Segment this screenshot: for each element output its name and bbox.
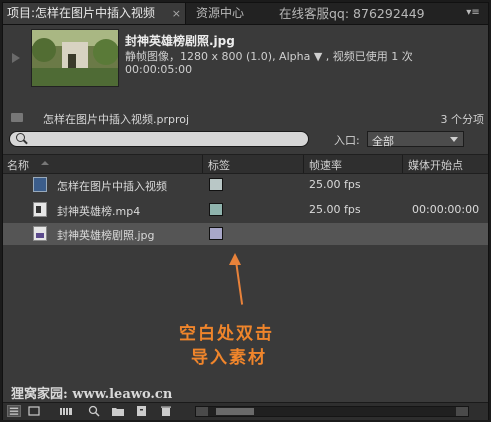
icon-view-icon[interactable] — [27, 405, 41, 417]
column-divider[interactable] — [303, 155, 304, 173]
preview-duration: 00:00:05:00 — [125, 63, 193, 76]
tab-resources[interactable]: 资源中心 — [190, 3, 244, 24]
folder-icon — [11, 113, 23, 122]
image-file-icon — [33, 226, 47, 241]
tab-project[interactable]: 项目:怎样在图片中插入视频 × — [3, 3, 186, 24]
row-framerate: 25.00 fps — [309, 178, 361, 191]
column-header-label[interactable]: 标签 — [208, 157, 230, 173]
horizontal-scrollbar[interactable] — [195, 406, 469, 417]
video-file-icon — [33, 202, 47, 217]
online-service-text: 在线客服qq: 876292449 — [279, 6, 425, 21]
list-view-icon[interactable] — [7, 405, 21, 417]
scroll-left-icon[interactable] — [196, 407, 208, 416]
row-name: 怎样在图片中插入视频 — [57, 180, 167, 193]
play-icon — [12, 53, 20, 63]
new-bin-icon[interactable] — [111, 405, 125, 417]
row-framerate: 25.00 fps — [309, 203, 361, 216]
play-thumbnail-button[interactable] — [9, 31, 25, 81]
row-media-start: 00:00:00:00 — [412, 203, 480, 216]
scroll-right-icon[interactable] — [456, 407, 468, 416]
scrollbar-thumb[interactable] — [216, 408, 254, 415]
entry-label: 入口: — [334, 134, 360, 147]
sort-caret-icon[interactable] — [41, 161, 49, 165]
search-input[interactable] — [9, 131, 309, 147]
sequence-icon — [33, 177, 47, 192]
preview-file-name: 封神英雄榜剧照.jpg — [125, 34, 235, 48]
table-row[interactable]: 怎样在图片中插入视频 25.00 fps — [3, 174, 488, 196]
column-divider[interactable] — [402, 155, 403, 173]
table-header: 名称 标签 帧速率 媒体开始点 — [3, 154, 488, 174]
annotation-arrow-line — [235, 260, 244, 305]
project-file-row: 怎样在图片中插入视频.prproj 3 个分项 — [3, 107, 488, 129]
tab-bar: 项目:怎样在图片中插入视频 × 资源中心 在线客服qq: 876292449 ▾… — [3, 3, 488, 25]
find-icon[interactable] — [87, 405, 101, 417]
search-icon — [16, 133, 25, 142]
entry-dropdown-value: 全部 — [372, 135, 394, 148]
thumbnail-image — [32, 30, 118, 86]
chevron-down-icon — [450, 137, 458, 142]
close-icon[interactable]: × — [172, 3, 181, 24]
watermark-text: 狸窝家园: www.leawo.cn — [11, 387, 173, 402]
trash-icon[interactable] — [159, 405, 173, 417]
column-header-framerate[interactable]: 帧速率 — [309, 157, 342, 173]
preview-thumbnail — [31, 29, 119, 87]
entry-dropdown[interactable]: 全部 — [367, 131, 464, 148]
annotation-text-line2: 导入素材 — [191, 348, 267, 368]
row-name: 封神英雄榜剧照.jpg — [57, 229, 155, 242]
label-swatch[interactable] — [209, 203, 223, 216]
preview-file-info: 静帧图像，1280 x 800 (1.0), Alpha ▼ , 视频已使用 1… — [125, 50, 413, 63]
item-count: 3 个分项 — [440, 113, 485, 126]
project-file-name: 怎样在图片中插入视频.prproj — [43, 113, 190, 126]
tab-project-label: 项目:怎样在图片中插入视频 — [7, 6, 156, 20]
project-panel: 项目:怎样在图片中插入视频 × 资源中心 在线客服qq: 876292449 ▾… — [2, 2, 489, 420]
bottom-toolbar — [3, 402, 488, 420]
label-swatch[interactable] — [209, 227, 223, 240]
table-row[interactable]: 封神英雄榜.mp4 25.00 fps 00:00:00:00 — [3, 199, 488, 221]
automate-to-sequence-icon[interactable] — [59, 405, 73, 417]
row-name: 封神英雄榜.mp4 — [57, 205, 141, 218]
table-row-selected[interactable]: 封神英雄榜剧照.jpg — [3, 223, 488, 245]
label-swatch[interactable] — [209, 178, 223, 191]
annotation-text-line1: 空白处双击 — [179, 324, 274, 344]
column-header-name[interactable]: 名称 — [7, 157, 29, 173]
column-divider[interactable] — [202, 155, 203, 173]
panel-menu-icon[interactable]: ▾≡ — [464, 6, 482, 20]
column-header-media-start[interactable]: 媒体开始点 — [408, 157, 463, 173]
new-item-icon[interactable] — [135, 405, 149, 417]
